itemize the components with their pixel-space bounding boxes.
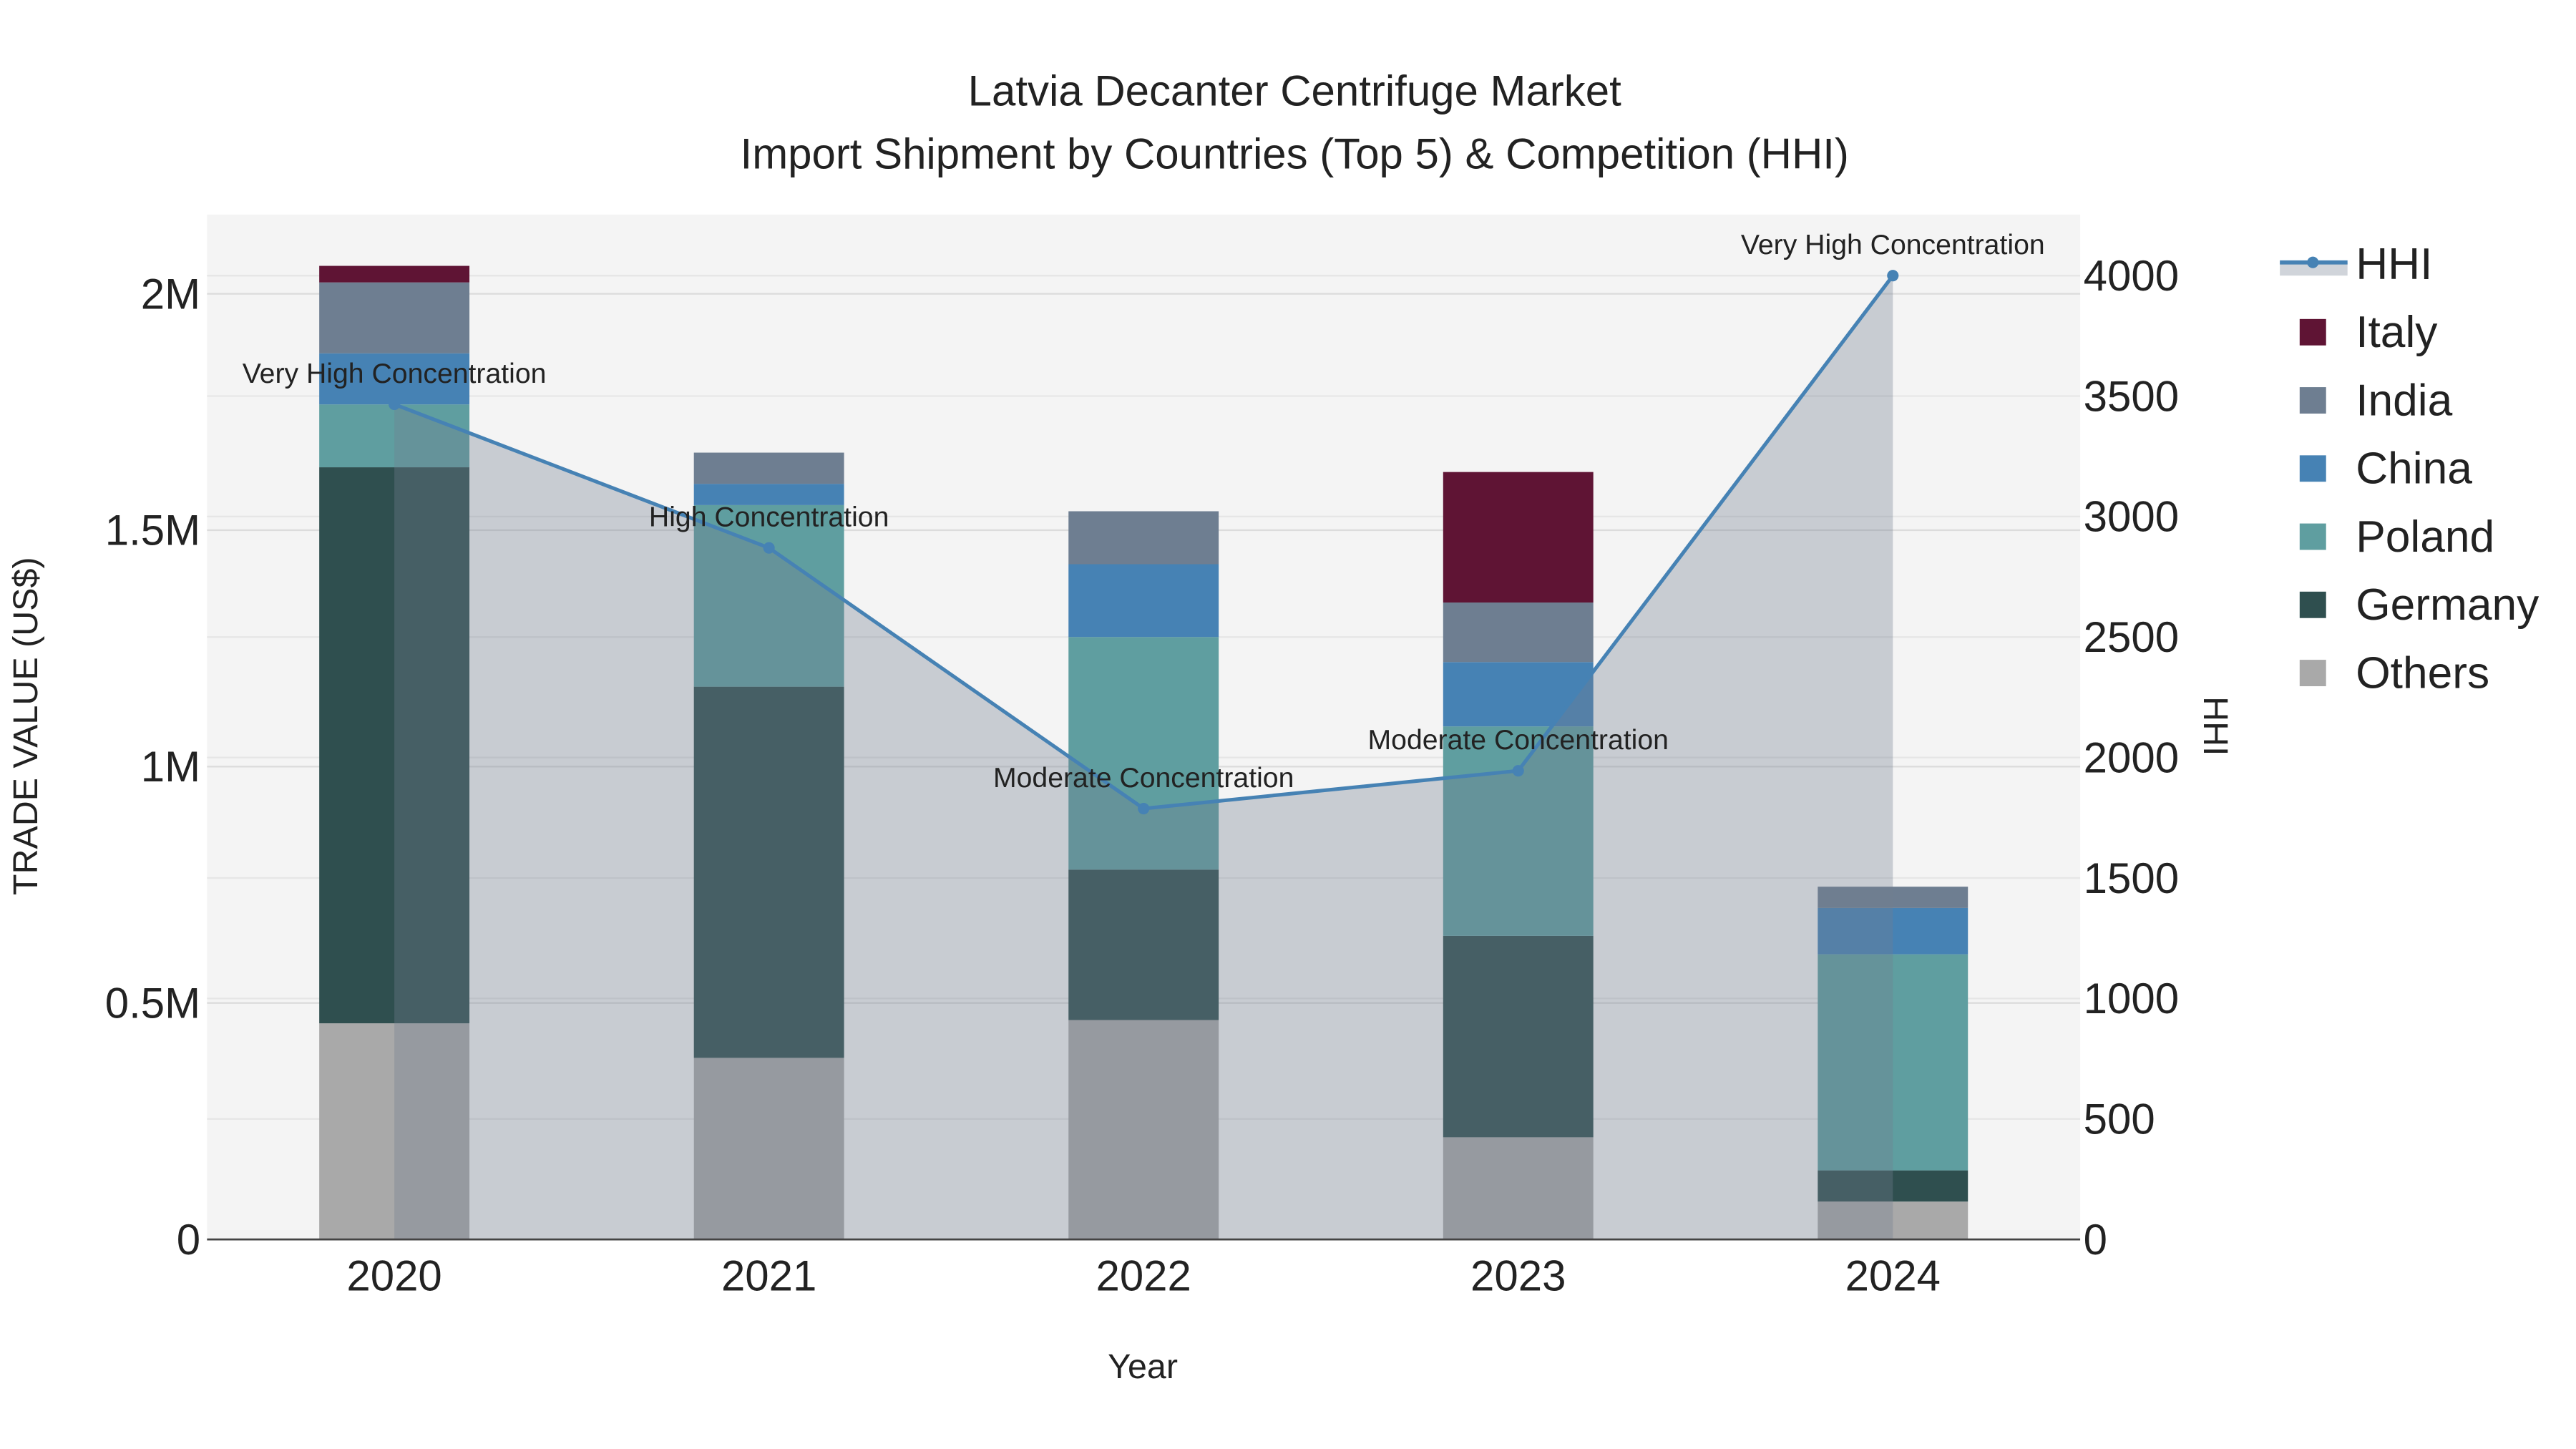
- chart: 0 0.5M 1M 1.5M 2M 0 500 1000 1500 2000 2500 3000 350…: [6, 67, 2540, 1386]
- y2-tick-label: 1000: [2084, 975, 2179, 1023]
- y-tick-label: 1.5M: [105, 507, 200, 555]
- y2-tick-label: 3000: [2084, 493, 2179, 541]
- y-axis-title: TRADE VALUE (US$): [6, 557, 45, 895]
- x-tick-label: 2021: [721, 1252, 816, 1300]
- chart-title: Latvia Decanter Centrifuge Market: [968, 67, 1621, 115]
- legend-swatch-icon: [2299, 660, 2326, 686]
- legend-item-hhi[interactable]: HHI: [2280, 240, 2432, 289]
- y2-axis-title: HHI: [2196, 696, 2235, 756]
- y2-tick-label: 500: [2084, 1095, 2155, 1143]
- hhi-annotation: High Concentration: [649, 502, 889, 533]
- y2-tick-label: 4000: [2084, 252, 2179, 300]
- hhi-point-2020[interactable]: [389, 398, 401, 411]
- bar-india-2023[interactable]: [1443, 602, 1594, 663]
- hhi-point-2022[interactable]: [1138, 802, 1150, 815]
- x-tick-label: 2022: [1096, 1252, 1191, 1300]
- legend-item-india[interactable]: India: [2299, 376, 2453, 425]
- legend-item-china[interactable]: China: [2299, 444, 2472, 494]
- y2-tick-label: 2500: [2084, 613, 2179, 661]
- legend-label: Germany: [2356, 580, 2540, 630]
- bar-china-2022[interactable]: [1068, 564, 1219, 638]
- hhi-annotation: Moderate Concentration: [993, 763, 1294, 794]
- bar-india-2021[interactable]: [693, 452, 844, 484]
- hhi-legend-marker-icon: [2307, 256, 2319, 268]
- legend-label: Others: [2356, 648, 2489, 698]
- bar-india-2022[interactable]: [1068, 511, 1219, 565]
- y2-tick-label: 1500: [2084, 854, 2179, 902]
- legend-label: Italy: [2356, 308, 2438, 357]
- bar-italy-2020[interactable]: [319, 265, 470, 283]
- hhi-point-2023[interactable]: [1512, 765, 1524, 777]
- legend-label: HHI: [2356, 240, 2432, 289]
- x-tick-label: 2024: [1845, 1252, 1941, 1300]
- hhi-point-2021[interactable]: [763, 542, 775, 554]
- y2-tick-label: 2000: [2084, 733, 2179, 781]
- legend-swatch-icon: [2299, 523, 2326, 550]
- legend-item-others[interactable]: Others: [2299, 648, 2489, 698]
- legend-swatch-icon: [2299, 318, 2326, 346]
- bar-india-2020[interactable]: [319, 282, 470, 353]
- hhi-annotation: Very High Concentration: [1741, 230, 2045, 260]
- legend-item-germany[interactable]: Germany: [2299, 580, 2540, 630]
- x-tick-label: 2023: [1470, 1252, 1566, 1300]
- y-tick-label: 0.5M: [105, 979, 200, 1027]
- legend-label: China: [2356, 444, 2472, 494]
- bar-italy-2023[interactable]: [1443, 472, 1594, 603]
- y-tick-label: 1M: [141, 743, 200, 791]
- y2-tick-label: 0: [2084, 1216, 2107, 1264]
- y2-tick-label: 3500: [2084, 372, 2179, 420]
- legend-item-poland[interactable]: Poland: [2299, 512, 2494, 562]
- legend-swatch-icon: [2299, 591, 2326, 618]
- hhi-point-2024[interactable]: [1887, 270, 1899, 282]
- hhi-annotation: Moderate Concentration: [1368, 725, 1669, 756]
- y-tick-label: 0: [177, 1216, 200, 1264]
- legend-item-italy[interactable]: Italy: [2299, 308, 2438, 357]
- x-axis-title: Year: [1108, 1347, 1178, 1386]
- x-tick-label: 2020: [346, 1252, 441, 1300]
- legend-swatch-icon: [2299, 455, 2326, 482]
- chart-subtitle: Import Shipment by Countries (Top 5) & C…: [741, 130, 1849, 177]
- hhi-annotation: Very High Concentration: [243, 358, 547, 389]
- legend-swatch-icon: [2299, 387, 2326, 414]
- y-tick-label: 2M: [141, 270, 200, 318]
- legend-label: Poland: [2356, 512, 2494, 562]
- legend-label: India: [2356, 376, 2452, 425]
